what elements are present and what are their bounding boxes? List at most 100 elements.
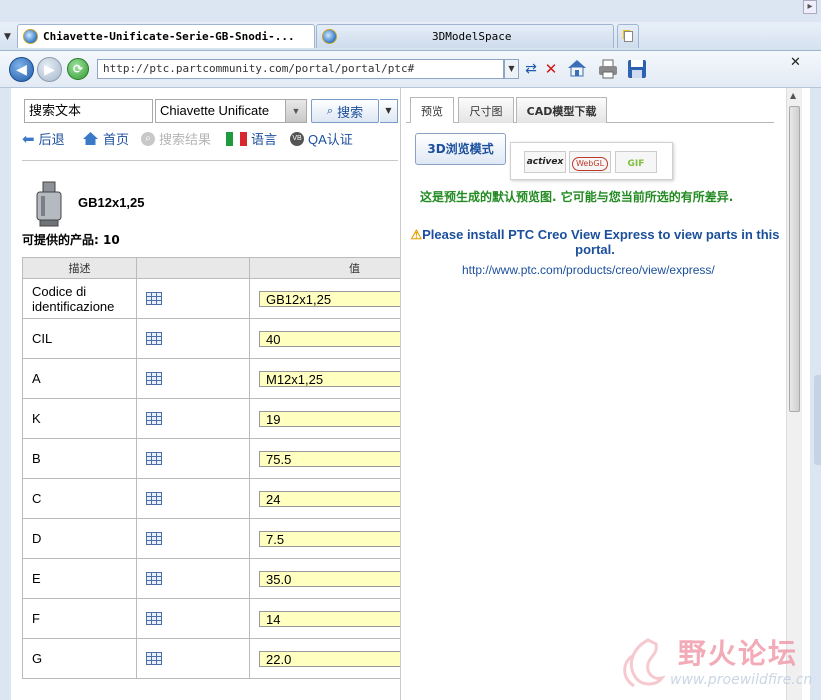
house-icon — [83, 132, 98, 145]
table-row: E 35.0 — [22, 558, 460, 599]
gif-option[interactable]: GIF — [615, 151, 657, 173]
qa-link[interactable]: VB QA认证 — [290, 129, 353, 148]
side-handle[interactable] — [814, 375, 821, 465]
table-icon[interactable] — [146, 332, 162, 345]
tab-title: Chiavette-Unificate-Serie-GB-Snodi-... — [43, 30, 295, 43]
table-row: C 24 — [22, 478, 460, 519]
home-icon[interactable] — [566, 57, 588, 79]
table-row: CIL 40 — [22, 318, 460, 359]
table-row: A M12x1,25 — [22, 358, 460, 399]
tab-dimension-drawing[interactable]: 尺寸图 — [458, 97, 514, 123]
property-label: E — [22, 558, 137, 599]
part-name: GB12x1,25 — [78, 195, 145, 210]
mode-3d-button[interactable]: 3D浏览模式 — [415, 133, 506, 165]
property-icon-cell — [136, 638, 250, 679]
preview-notice: 这是预生成的默认预览图. 它可能与您当前所选的有所差异. — [420, 190, 734, 204]
tab-preview[interactable]: 预览 — [410, 97, 454, 123]
gif-label: GIF — [627, 159, 645, 169]
property-label: A — [22, 358, 137, 399]
new-tab-icon — [623, 31, 633, 42]
divider — [22, 160, 398, 161]
scroll-up-arrow[interactable]: ▲ — [790, 91, 796, 100]
property-label: CIL — [22, 318, 137, 359]
window-top-strip — [0, 0, 821, 22]
save-icon[interactable] — [626, 58, 648, 80]
table-icon[interactable] — [146, 572, 162, 585]
activex-label: activex — [526, 157, 564, 167]
home-link-label: 首页 — [103, 132, 130, 147]
ie-page-icon — [322, 29, 337, 44]
search-options-dropdown[interactable]: ▼ — [380, 99, 398, 123]
webgl-label: WebGL — [571, 157, 609, 171]
table-icon[interactable] — [146, 652, 162, 665]
qa-badge-icon: VB — [290, 131, 304, 146]
search-button[interactable]: ⌕ 搜索 — [311, 99, 379, 123]
property-label: C — [22, 478, 137, 519]
tab-3dmodelspace[interactable]: 3DModelSpace — [316, 24, 614, 48]
close-window-icon[interactable]: ▸ — [803, 0, 817, 14]
property-icon-cell — [136, 558, 250, 599]
table-row: K 19 — [22, 398, 460, 439]
tab-strip: ▼ Chiavette-Unificate-Serie-GB-Snodi-...… — [0, 22, 821, 51]
search-input[interactable]: 搜索文本 — [24, 99, 153, 123]
new-tab-button[interactable] — [617, 24, 639, 48]
part-thumbnail — [24, 180, 74, 228]
table-row: F 14 — [22, 598, 460, 639]
tab-list-dropdown-icon[interactable]: ▼ — [4, 32, 11, 42]
table-icon[interactable] — [146, 532, 162, 545]
property-icon-cell — [136, 358, 250, 399]
italian-flag-icon — [226, 131, 247, 146]
vertical-scrollbar[interactable]: ▲ — [786, 88, 802, 700]
table-header-row: 描述 值 — [22, 257, 460, 279]
search-button-label: 搜索 — [337, 105, 364, 121]
search-results-label: 搜索结果 — [159, 132, 212, 147]
property-label: G — [22, 638, 137, 679]
table-icon[interactable] — [146, 612, 162, 625]
table-icon[interactable] — [146, 452, 162, 465]
search-icon: ⌕ — [326, 104, 334, 117]
address-input[interactable]: http://ptc.partcommunity.com/portal/port… — [97, 59, 504, 79]
forward-icon[interactable]: ▶ — [37, 57, 62, 82]
refresh-icon[interactable]: ⇄ — [522, 60, 540, 78]
watermark-text: 野火论坛 — [678, 637, 799, 670]
tab-cad-download[interactable]: CAD模型下载 — [516, 97, 607, 123]
header-description: 描述 — [22, 257, 137, 279]
table-icon[interactable] — [146, 412, 162, 425]
table-row: B 75.5 — [22, 438, 460, 479]
tab-chiavette[interactable]: Chiavette-Unificate-Serie-GB-Snodi-... — [17, 24, 315, 48]
property-label: F — [22, 598, 137, 639]
address-dropdown-icon[interactable]: ▼ — [504, 59, 519, 79]
property-icon-cell — [136, 598, 250, 639]
table-icon[interactable] — [146, 372, 162, 385]
back-icon[interactable]: ◀ — [9, 57, 34, 82]
arrow-left-icon: ⬅ — [22, 130, 35, 148]
property-label: Codice di identificazione — [22, 278, 137, 319]
language-link-label: 语言 — [251, 132, 278, 147]
home-link[interactable]: 首页 — [82, 129, 129, 148]
language-link[interactable]: 语言 — [226, 129, 277, 148]
refresh-page-icon[interactable]: ⟳ — [67, 58, 89, 80]
ie-page-icon — [23, 29, 38, 44]
print-icon[interactable] — [597, 58, 619, 80]
table-icon[interactable] — [146, 492, 162, 505]
table-row: Codice di identificazione GB12x1,25 — [22, 278, 460, 319]
back-link[interactable]: ⬅ 后退 — [22, 129, 65, 148]
forum-watermark: 野火论坛 www.proewildfire.cn — [608, 630, 813, 698]
webgl-option[interactable]: WebGL — [569, 151, 611, 173]
header-icon — [136, 257, 250, 279]
tab-title: 3DModelSpace — [432, 30, 512, 43]
table-icon[interactable] — [146, 292, 162, 305]
close-tab-icon[interactable]: ✕ — [790, 55, 801, 70]
property-icon-cell — [136, 278, 250, 319]
property-label: D — [22, 518, 137, 559]
stop-icon[interactable]: ✕ — [542, 60, 560, 78]
category-select[interactable]: Chiavette Unificate ▼ — [155, 99, 307, 123]
property-label: B — [22, 438, 137, 479]
property-label: K — [22, 398, 137, 439]
activex-option[interactable]: activex — [524, 151, 566, 173]
qa-link-label: QA认证 — [308, 132, 353, 147]
scrollbar-thumb[interactable] — [789, 106, 800, 412]
install-link[interactable]: http://www.ptc.com/products/creo/view/ex… — [406, 263, 792, 277]
install-message: ⚠Please install PTC Creo View Express to… — [406, 227, 784, 257]
back-link-label: 后退 — [38, 132, 65, 147]
